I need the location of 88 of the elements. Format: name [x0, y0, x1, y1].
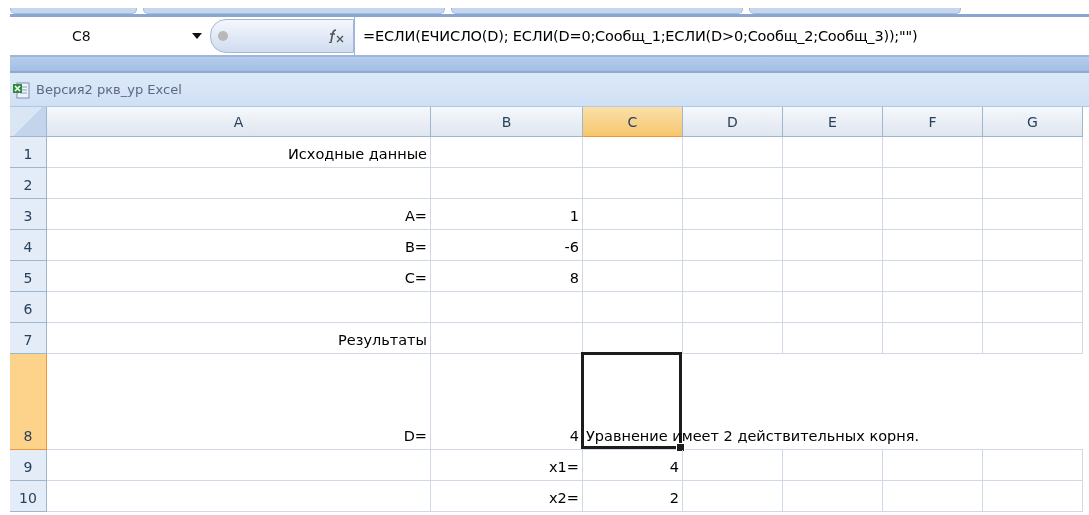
sheet-cell[interactable]: Исходные данные — [47, 137, 431, 168]
column-header[interactable]: A — [47, 107, 431, 137]
sheet-cell[interactable] — [883, 137, 983, 168]
sheet-cell[interactable] — [583, 168, 683, 199]
column-header[interactable]: D — [683, 107, 783, 137]
sheet-cell[interactable] — [683, 323, 783, 354]
sheet-cell[interactable] — [983, 230, 1083, 261]
sheet-cell[interactable]: Результаты — [47, 323, 431, 354]
row-header[interactable]: 1 — [10, 137, 47, 168]
row-header[interactable]: 9 — [10, 450, 47, 481]
spreadsheet-icon — [12, 80, 30, 99]
sheet-cell[interactable] — [683, 450, 783, 481]
sheet-cell[interactable] — [983, 137, 1083, 168]
sheet-cell[interactable] — [883, 168, 983, 199]
sheet-cell[interactable] — [883, 230, 983, 261]
row-header[interactable]: 10 — [10, 481, 47, 512]
sheet-cell[interactable] — [47, 450, 431, 481]
sheet-cell[interactable] — [783, 261, 883, 292]
sheet-cell[interactable] — [883, 481, 983, 512]
sheet-cell[interactable] — [47, 481, 431, 512]
sheet-cell[interactable] — [583, 292, 683, 323]
sheet-cell[interactable] — [47, 292, 431, 323]
sheet-cell[interactable] — [431, 323, 583, 354]
row-header[interactable]: 2 — [10, 168, 47, 199]
row-header[interactable]: 7 — [10, 323, 47, 354]
row-header[interactable]: 5 — [10, 261, 47, 292]
sheet-cell[interactable] — [583, 261, 683, 292]
sheet-cell[interactable]: 4 — [583, 450, 683, 481]
sheet-cell[interactable]: 4 — [431, 354, 583, 450]
sheet-cell[interactable] — [431, 168, 583, 199]
sheet-cell[interactable] — [783, 481, 883, 512]
column-header[interactable]: B — [431, 107, 583, 137]
row-header[interactable]: 6 — [10, 292, 47, 323]
sheet-cell[interactable] — [683, 292, 783, 323]
sheet-cell[interactable] — [983, 261, 1083, 292]
sheet-cell[interactable] — [583, 230, 683, 261]
sheet-cell[interactable] — [683, 199, 783, 230]
sheet-cell[interactable] — [883, 261, 983, 292]
row-header[interactable]: 8 — [10, 354, 47, 450]
sheet-cell[interactable] — [983, 450, 1083, 481]
sheet-cell[interactable] — [783, 323, 883, 354]
sheet-cell[interactable] — [783, 450, 883, 481]
sheet-cell[interactable] — [683, 481, 783, 512]
sheet-cell[interactable] — [783, 168, 883, 199]
sheet-cell[interactable] — [983, 199, 1083, 230]
sheet-cell[interactable]: А= — [47, 199, 431, 230]
sheet-cell[interactable] — [683, 137, 783, 168]
sheet-cell[interactable] — [783, 137, 883, 168]
function-icon[interactable] — [327, 29, 345, 43]
sheet-cell[interactable] — [883, 199, 983, 230]
select-all-button[interactable] — [10, 107, 47, 137]
sheet-cell[interactable] — [583, 137, 683, 168]
sheet-cell[interactable] — [683, 230, 783, 261]
sheet-cell[interactable]: 8 — [431, 261, 583, 292]
sheet-cell[interactable] — [583, 199, 683, 230]
sheet-cell[interactable] — [983, 168, 1083, 199]
sheet-cell[interactable] — [783, 230, 883, 261]
sheet-cell[interactable]: С= — [47, 261, 431, 292]
sheet-cell[interactable] — [783, 199, 883, 230]
column-header[interactable]: G — [983, 107, 1083, 137]
sheet-cell[interactable]: D= — [47, 354, 431, 450]
sheet-cell[interactable] — [883, 323, 983, 354]
circle-icon — [217, 30, 229, 42]
sheet-cell[interactable] — [983, 292, 1083, 323]
sheet-cell[interactable]: 1 — [431, 199, 583, 230]
column-header[interactable]: C — [583, 107, 683, 137]
fill-handle[interactable] — [676, 443, 685, 452]
sheet-cell[interactable] — [983, 481, 1083, 512]
row-header[interactable]: 4 — [10, 230, 47, 261]
sheet-cell[interactable] — [683, 261, 783, 292]
row-header[interactable]: 3 — [10, 199, 47, 230]
sheet-cell[interactable] — [431, 292, 583, 323]
sheet-cell[interactable] — [431, 137, 583, 168]
sheet-cell[interactable]: В= — [47, 230, 431, 261]
sheet-cell[interactable]: x1= — [431, 450, 583, 481]
sheet-cell[interactable]: x2= — [431, 481, 583, 512]
sheet-cell[interactable] — [883, 292, 983, 323]
sheet-cell[interactable] — [983, 323, 1083, 354]
column-header[interactable]: E — [783, 107, 883, 137]
sheet-cell[interactable] — [47, 168, 431, 199]
sheet-cell[interactable] — [783, 292, 883, 323]
sheet-cell[interactable]: -6 — [431, 230, 583, 261]
column-header[interactable]: F — [883, 107, 983, 137]
sheet-cell[interactable] — [883, 450, 983, 481]
caret-icon — [192, 33, 202, 39]
sheet-cell[interactable]: 2 — [583, 481, 683, 512]
sheet-cell[interactable] — [683, 168, 783, 199]
workbook-title: Версия2 ркв_ур Excel — [36, 82, 182, 97]
